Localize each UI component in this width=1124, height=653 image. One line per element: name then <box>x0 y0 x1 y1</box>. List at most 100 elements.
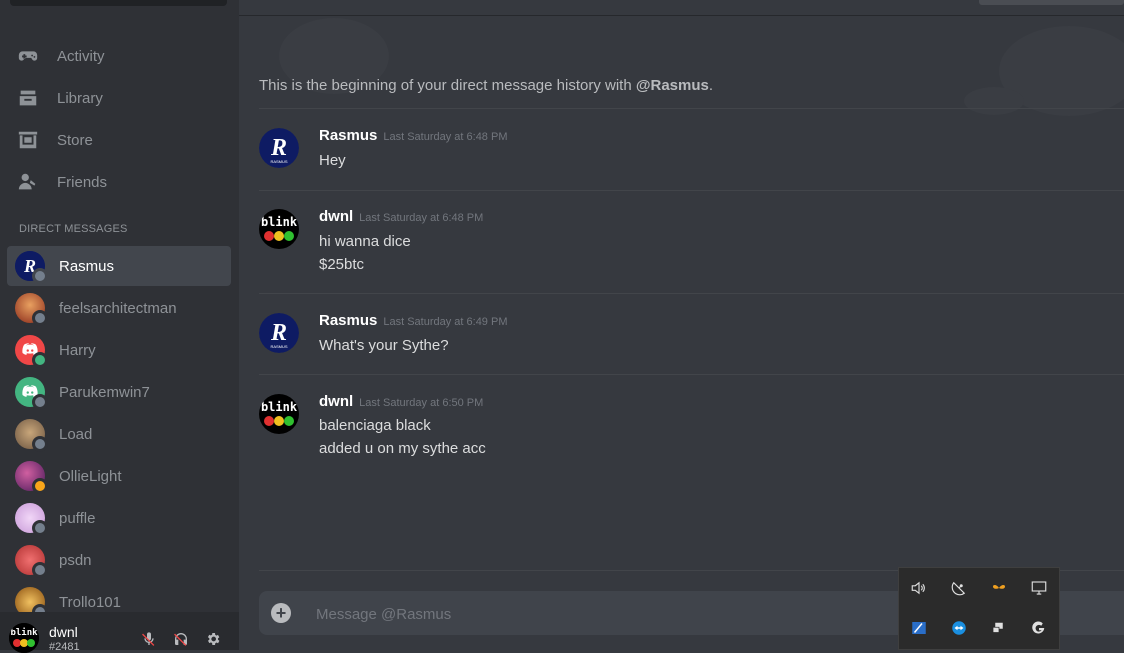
message-text: hi wanna dice <box>319 233 411 250</box>
message-input[interactable] <box>314 602 878 626</box>
deafen-button[interactable] <box>172 630 190 648</box>
nav-label: Activity <box>57 47 105 65</box>
dm-item-load[interactable]: Load <box>7 414 231 454</box>
dm-item-psdn[interactable]: psdn <box>7 540 231 580</box>
avatar[interactable]: R RASMUS <box>259 313 299 353</box>
upload-plus-button[interactable]: + <box>271 603 291 623</box>
dm-name: puffle <box>59 509 96 527</box>
message-divider <box>259 108 1124 109</box>
nav-label: Library <box>57 89 103 107</box>
store-icon <box>17 129 39 151</box>
svg-text:R: R <box>270 135 287 161</box>
gear-icon <box>207 633 220 645</box>
message-author[interactable]: dwnl Last Saturday at 6:48 PM <box>319 208 483 225</box>
dm-item-harry[interactable]: Harry <box>7 330 231 370</box>
user-panel: blink dwnl #2481 <box>0 612 239 653</box>
message-author[interactable]: Rasmus Last Saturday at 6:48 PM <box>319 127 508 144</box>
author-name[interactable]: Rasmus <box>319 312 377 329</box>
headphones-muted-icon <box>174 633 187 646</box>
avatar[interactable]: R RASMUS <box>259 128 299 168</box>
dm-item-parukemwin7[interactable]: Parukemwin7 <box>7 372 231 412</box>
friends-icon <box>17 171 39 193</box>
author-name[interactable]: dwnl <box>319 208 353 225</box>
dm-item-feelsarchitectman[interactable]: feelsarchitectman <box>7 288 231 328</box>
avatar <box>15 377 48 410</box>
avatar <box>15 419 48 452</box>
avatar: R <box>15 251 48 284</box>
status-offline-icon <box>32 310 48 326</box>
sidebar: Activity Library Store Friends DIRECT ME… <box>0 0 239 653</box>
message-divider <box>259 374 1124 375</box>
dm-name: feelsarchitectman <box>59 299 177 317</box>
status-offline-icon <box>32 562 48 578</box>
author-name[interactable]: dwnl <box>319 393 353 410</box>
dm-name: Harry <box>59 341 96 359</box>
direct-messages-header: DIRECT MESSAGES <box>19 223 128 235</box>
message-text: added u on my sythe acc <box>319 440 486 457</box>
find-conversation-search[interactable] <box>10 0 227 6</box>
avatar[interactable]: blink <box>259 394 299 434</box>
beginning-suffix: . <box>708 77 714 94</box>
satellite-icon[interactable] <box>949 578 969 598</box>
message-divider <box>259 190 1124 191</box>
avatar <box>15 461 48 494</box>
user-avatar[interactable]: blink <box>9 623 39 653</box>
mute-button[interactable] <box>140 630 158 648</box>
dm-item-puffle[interactable]: puffle <box>7 498 231 538</box>
avatar <box>15 545 48 578</box>
message-timestamp: Last Saturday at 6:48 PM <box>383 131 508 143</box>
system-tray-overflow <box>898 567 1060 650</box>
logitech-g-icon[interactable] <box>1029 618 1049 638</box>
nav-library[interactable]: Library <box>8 79 231 117</box>
volume-icon[interactable] <box>909 578 929 598</box>
message-author[interactable]: dwnl Last Saturday at 6:50 PM <box>319 393 483 410</box>
nav-label: Store <box>57 131 93 149</box>
user-settings-button[interactable] <box>204 630 222 648</box>
header-search[interactable] <box>979 0 1124 5</box>
library-icon <box>17 87 39 109</box>
beginning-user: @Rasmus <box>635 77 709 94</box>
nav-store[interactable]: Store <box>8 121 231 159</box>
avatar <box>15 335 48 368</box>
dm-name: psdn <box>59 551 92 569</box>
avatar <box>15 293 48 326</box>
dm-history-beginning: This is the beginning of your direct mes… <box>259 77 713 94</box>
message-author[interactable]: Rasmus Last Saturday at 6:49 PM <box>319 312 508 329</box>
avatar <box>15 503 48 536</box>
nav-label: Friends <box>57 173 108 191</box>
beginning-text: This is the beginning of your direct mes… <box>259 77 636 94</box>
avatar[interactable]: blink <box>259 209 299 249</box>
message-timestamp: Last Saturday at 6:50 PM <box>359 397 484 409</box>
chat-area: This is the beginning of your direct mes… <box>239 0 1124 650</box>
dm-item-rasmus[interactable]: R Rasmus <box>7 246 231 286</box>
message-text: Hey <box>319 152 346 169</box>
status-offline-icon <box>32 268 48 284</box>
network-monitor-icon[interactable] <box>1029 578 1049 598</box>
dm-name: Rasmus <box>59 257 115 275</box>
butterfly-icon[interactable] <box>989 578 1009 598</box>
svg-text:RASMUS: RASMUS <box>270 344 287 349</box>
dm-name: Parukemwin7 <box>59 383 150 401</box>
status-offline-icon <box>32 520 48 536</box>
status-offline-icon <box>32 394 48 410</box>
message-timestamp: Last Saturday at 6:49 PM <box>383 316 508 328</box>
dm-name: OllieLight <box>59 467 122 485</box>
teamviewer-icon[interactable] <box>949 618 969 638</box>
dm-name: Trollo101 <box>59 593 121 611</box>
author-name[interactable]: Rasmus <box>319 127 377 144</box>
message-divider <box>259 293 1124 294</box>
message-timestamp: Last Saturday at 6:48 PM <box>359 212 484 224</box>
discord-watermark-icon <box>279 18 1124 116</box>
svg-text:R: R <box>270 320 287 346</box>
dm-item-ollielight[interactable]: OllieLight <box>7 456 231 496</box>
user-tag: #2481 <box>49 641 80 653</box>
nav-activity[interactable]: Activity <box>8 37 231 75</box>
pen-tablet-icon[interactable] <box>909 618 929 638</box>
nav-friends[interactable]: Friends <box>8 163 231 201</box>
status-offline-icon <box>32 436 48 452</box>
message-text: balenciaga black <box>319 417 431 434</box>
status-online-icon <box>32 352 48 368</box>
user-name: dwnl <box>49 624 78 640</box>
svg-text:RASMUS: RASMUS <box>270 159 287 164</box>
display-settings-icon[interactable] <box>989 618 1009 638</box>
